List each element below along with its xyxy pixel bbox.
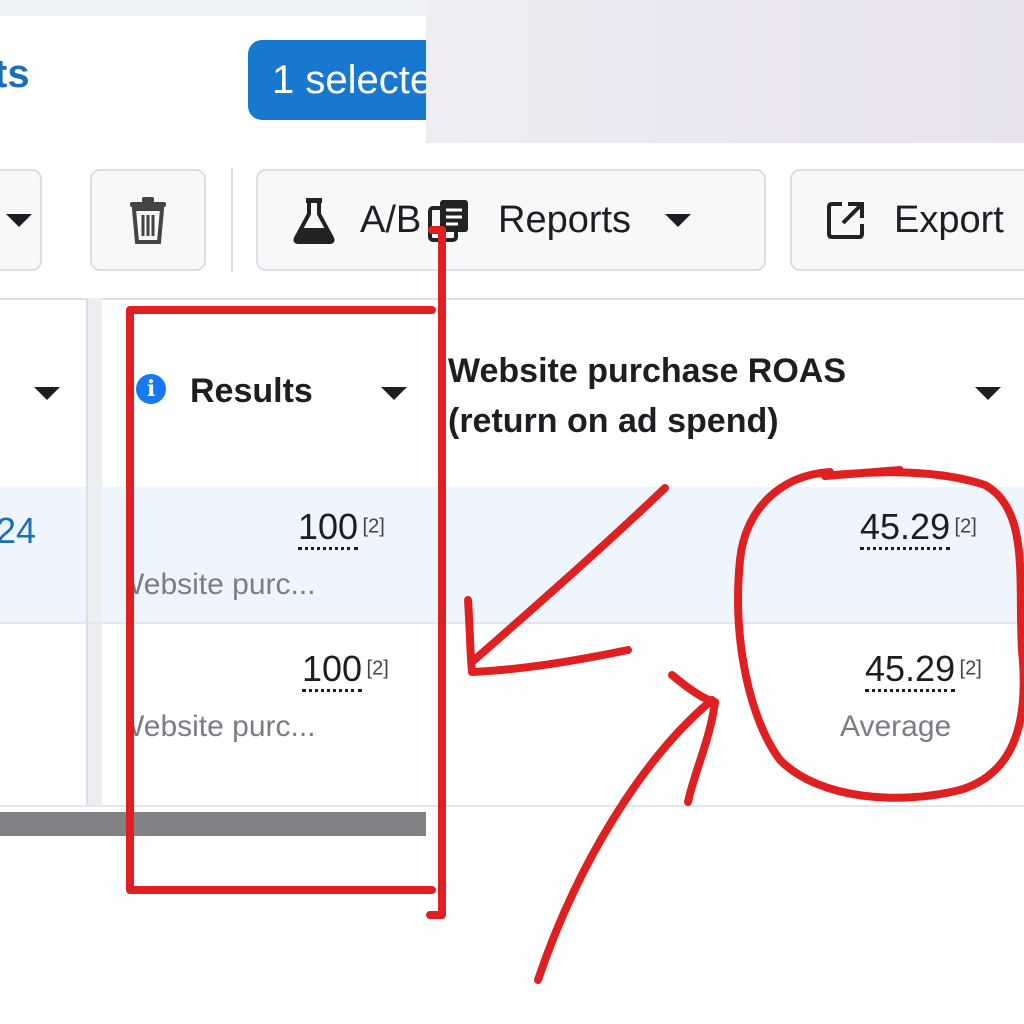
roas-value[interactable]: 45.29 xyxy=(860,506,951,550)
footnote-ref[interactable]: [2] xyxy=(955,516,977,538)
delete-button[interactable] xyxy=(90,169,206,271)
table-cell-link[interactable]: 24 xyxy=(0,510,36,552)
annotation-arrow xyxy=(534,671,719,984)
column-header-results[interactable]: Results xyxy=(190,372,313,411)
reports-label: Reports xyxy=(498,198,632,241)
chevron-down-icon xyxy=(6,213,32,227)
toolbar: A/B Reports Export xyxy=(0,143,1024,298)
trash-icon xyxy=(130,197,166,244)
footnote-ref[interactable]: [2] xyxy=(363,516,385,538)
overlay-panel xyxy=(426,0,1024,143)
toolbar-divider xyxy=(231,168,233,272)
table-cell-roas: 45.29 [2] xyxy=(860,506,977,550)
table-top-border xyxy=(0,298,1024,300)
column-header-roas-line1: Website purchase ROAS xyxy=(448,352,847,390)
row-divider xyxy=(0,805,1024,807)
results-subtext: Website purc... xyxy=(128,710,316,743)
column-resize-handle[interactable] xyxy=(86,298,102,806)
export-icon xyxy=(827,202,864,239)
table-cell-results: 100 [2] xyxy=(298,506,385,550)
reports-icon xyxy=(428,200,468,242)
flask-icon xyxy=(293,198,335,244)
footnote-ref[interactable]: [2] xyxy=(960,658,982,680)
chevron-down-icon[interactable] xyxy=(975,387,1001,400)
info-icon[interactable]: i xyxy=(136,374,166,404)
column-header-roas[interactable]: Website purchase ROAS (return on ad spen… xyxy=(448,346,846,446)
table-cell-roas: 45.29 [2] xyxy=(865,648,982,692)
export-button[interactable]: Export xyxy=(790,169,1024,271)
results-value[interactable]: 100 xyxy=(302,648,363,692)
chevron-down-icon[interactable] xyxy=(34,387,60,400)
results-subtext: Website purc... xyxy=(128,568,316,601)
footnote-ref[interactable]: [2] xyxy=(367,658,389,680)
chevron-down-icon[interactable] xyxy=(381,387,407,400)
chevron-down-icon xyxy=(665,213,692,227)
roas-value[interactable]: 45.29 xyxy=(865,648,956,692)
export-label: Export xyxy=(894,198,1004,241)
results-value[interactable]: 100 xyxy=(298,506,359,550)
table-cell-results: 100 [2] xyxy=(302,648,389,692)
roas-subtext: Average xyxy=(840,710,952,743)
page-title: ts xyxy=(0,52,30,96)
toolbar-dropdown-button[interactable] xyxy=(0,169,42,271)
top-strip xyxy=(0,0,426,16)
selected-count-button[interactable]: 1 selecte xyxy=(248,40,448,120)
row-divider xyxy=(0,622,1024,624)
ab-test-button[interactable]: A/B Reports xyxy=(256,169,766,271)
ab-test-label: A/B xyxy=(360,198,422,241)
column-header-roas-line2: (return on ad spend) xyxy=(448,402,779,440)
horizontal-scrollbar[interactable] xyxy=(0,812,426,836)
